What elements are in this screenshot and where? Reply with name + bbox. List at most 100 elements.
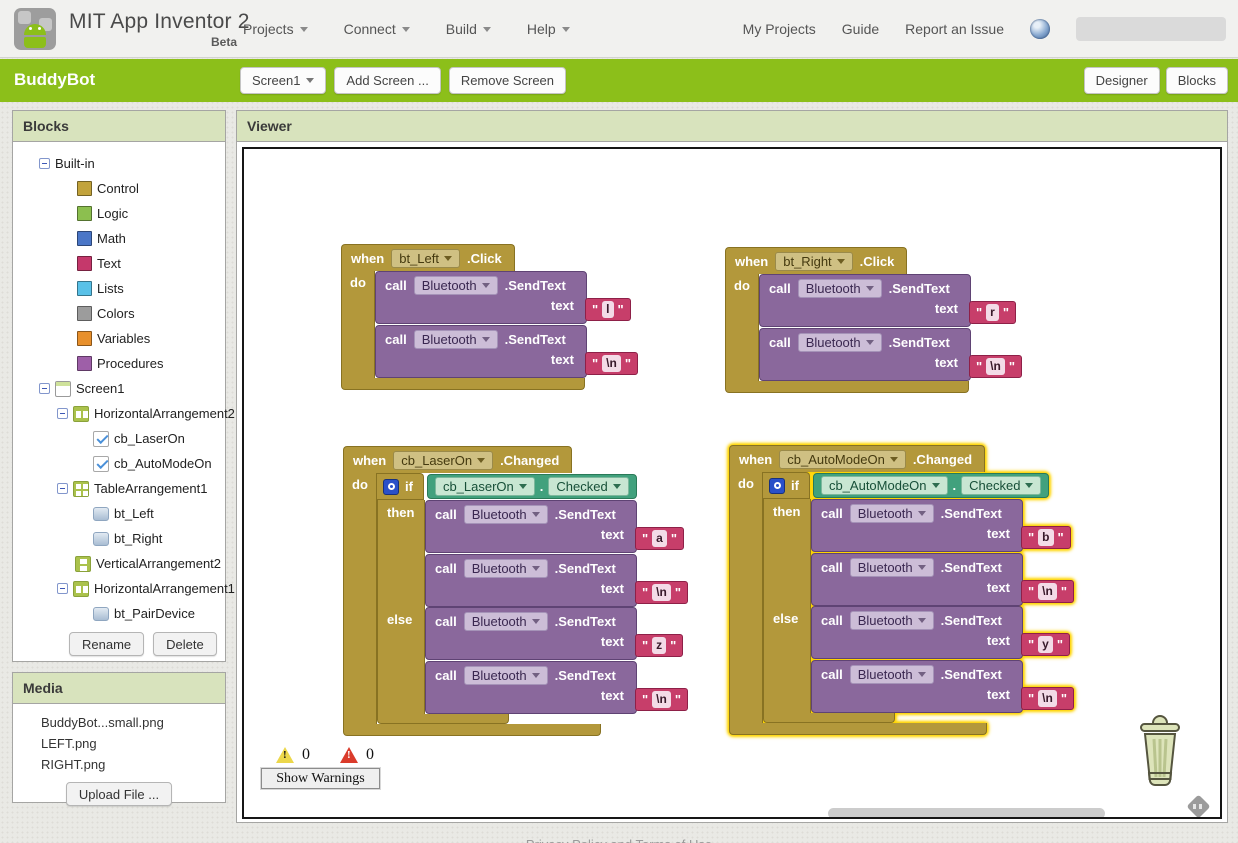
collapse-icon[interactable] bbox=[57, 583, 68, 594]
string-value[interactable]: \n bbox=[602, 355, 621, 372]
text-string-block[interactable]: " \n " bbox=[1021, 687, 1075, 710]
component-dropdown[interactable]: bt_Left bbox=[391, 248, 460, 268]
menu-build[interactable]: Build bbox=[446, 21, 491, 37]
tree-item-tablearrangement1[interactable]: TableArrangement1 bbox=[13, 476, 225, 501]
component-dropdown[interactable]: Bluetooth bbox=[463, 666, 548, 685]
tree-item-cb-automodeon[interactable]: cb_AutoModeOn bbox=[13, 451, 225, 476]
property-getter-block[interactable]: cb_AutoModeOn . Checked bbox=[812, 473, 1050, 498]
string-value[interactable]: y bbox=[1038, 636, 1053, 653]
text-string-block[interactable]: " r " bbox=[969, 301, 1017, 324]
upload-file-button[interactable]: Upload File ... bbox=[65, 782, 173, 806]
property-dropdown[interactable]: Checked bbox=[961, 476, 1042, 495]
collapse-icon[interactable] bbox=[57, 483, 68, 494]
tree-item-verticalarrangement2[interactable]: VerticalArrangement2 bbox=[13, 551, 225, 576]
event-block-bt-left-click[interactable]: when bt_Left .Click do call Bluetooth .Sen… bbox=[341, 244, 639, 390]
mutator-gear-icon[interactable] bbox=[383, 478, 399, 495]
text-string-block[interactable]: " \n " bbox=[635, 581, 689, 604]
category-colors[interactable]: Colors bbox=[13, 301, 225, 326]
mutator-gear-icon[interactable] bbox=[769, 477, 785, 494]
text-string-block[interactable]: " \n " bbox=[635, 688, 689, 711]
component-dropdown[interactable]: bt_Right bbox=[775, 251, 853, 271]
tree-item-horizontalarrangement1[interactable]: HorizontalArrangement1 bbox=[13, 576, 235, 601]
text-string-block[interactable]: " \n " bbox=[585, 352, 639, 375]
component-dropdown[interactable]: Bluetooth bbox=[413, 276, 498, 295]
text-string-block[interactable]: " y " bbox=[1021, 633, 1071, 656]
component-dropdown[interactable]: cb_LaserOn bbox=[434, 477, 535, 496]
link-report-an-issue[interactable]: Report an Issue bbox=[905, 21, 1004, 37]
event-block-bt-right-click[interactable]: when bt_Right .Click do call Bluetooth .Se… bbox=[725, 247, 1023, 393]
call-sendtext-block[interactable]: call Bluetooth .SendText text " a " bbox=[425, 500, 685, 553]
link-my-projects[interactable]: My Projects bbox=[743, 21, 816, 37]
string-value[interactable]: \n bbox=[652, 691, 671, 708]
component-dropdown[interactable]: Bluetooth bbox=[849, 558, 934, 577]
call-sendtext-block[interactable]: call Bluetooth .SendText text " z " bbox=[425, 607, 684, 660]
text-string-block[interactable]: " \n " bbox=[1021, 580, 1075, 603]
string-value[interactable]: z bbox=[652, 637, 667, 654]
blocks-view-button[interactable]: Blocks bbox=[1165, 67, 1228, 94]
component-dropdown[interactable]: Bluetooth bbox=[797, 333, 882, 352]
call-sendtext-block[interactable]: call Bluetooth .SendText text " \n " bbox=[759, 328, 1023, 381]
component-dropdown[interactable]: cb_AutoModeOn bbox=[820, 476, 948, 495]
component-dropdown[interactable]: Bluetooth bbox=[413, 330, 498, 349]
menu-projects[interactable]: Projects bbox=[243, 21, 308, 37]
category-control[interactable]: Control bbox=[13, 176, 225, 201]
property-dropdown[interactable]: Checked bbox=[548, 477, 629, 496]
component-dropdown[interactable]: Bluetooth bbox=[463, 505, 548, 524]
media-file[interactable]: BuddyBot...small.png bbox=[41, 712, 225, 733]
string-value[interactable]: r bbox=[986, 304, 999, 321]
collapse-icon[interactable] bbox=[39, 158, 50, 169]
tree-item-horizontalarrangement2[interactable]: HorizontalArrangement2 bbox=[13, 401, 235, 426]
if-block[interactable]: if cb_AutoModeOn . Checked then call Blue… bbox=[763, 472, 1075, 723]
string-value[interactable]: a bbox=[652, 530, 667, 547]
tree-item-bt-pairdevice[interactable]: bt_PairDevice bbox=[13, 601, 225, 626]
category-lists[interactable]: Lists bbox=[13, 276, 225, 301]
component-dropdown[interactable]: Bluetooth bbox=[463, 612, 548, 631]
text-string-block[interactable]: " z " bbox=[635, 634, 684, 657]
resize-grip-icon[interactable] bbox=[1186, 794, 1211, 817]
text-string-block[interactable]: " a " bbox=[635, 527, 685, 550]
string-value[interactable]: \n bbox=[1038, 583, 1057, 600]
language-globe-icon[interactable] bbox=[1030, 19, 1050, 39]
if-block[interactable]: if cb_LaserOn . Checked then call Bluetoo… bbox=[377, 473, 689, 724]
collapse-icon[interactable] bbox=[57, 408, 68, 419]
call-sendtext-block[interactable]: call Bluetooth .SendText text " l " bbox=[375, 271, 631, 324]
component-dropdown[interactable]: Bluetooth bbox=[849, 504, 934, 523]
component-dropdown[interactable]: cb_AutoModeOn bbox=[779, 449, 906, 469]
tree-item-bt-right[interactable]: bt_Right bbox=[13, 526, 225, 551]
call-sendtext-block[interactable]: call Bluetooth .SendText text " \n " bbox=[811, 553, 1075, 606]
call-sendtext-block[interactable]: call Bluetooth .SendText text " b " bbox=[811, 499, 1071, 552]
event-block-cb-automodeon-changed[interactable]: when cb_AutoModeOn .Changed do if cb_Aut… bbox=[729, 445, 1075, 735]
call-sendtext-block[interactable]: call Bluetooth .SendText text " \n " bbox=[425, 554, 689, 607]
horizontal-scrollbar-thumb[interactable] bbox=[828, 808, 1105, 817]
show-warnings-button[interactable]: Show Warnings bbox=[260, 767, 381, 790]
menu-help[interactable]: Help bbox=[527, 21, 570, 37]
add-screen-button[interactable]: Add Screen ... bbox=[334, 67, 441, 94]
component-dropdown[interactable]: Bluetooth bbox=[849, 665, 934, 684]
tree-item-screen1[interactable]: Screen1 bbox=[13, 376, 225, 401]
call-sendtext-block[interactable]: call Bluetooth .SendText text " y " bbox=[811, 606, 1071, 659]
delete-button[interactable]: Delete bbox=[153, 632, 217, 656]
property-getter-block[interactable]: cb_LaserOn . Checked bbox=[426, 474, 637, 499]
call-sendtext-block[interactable]: call Bluetooth .SendText text " \n " bbox=[811, 660, 1075, 713]
event-block-cb-laseron-changed[interactable]: when cb_LaserOn .Changed do if cb_LaserO… bbox=[343, 446, 689, 736]
category-logic[interactable]: Logic bbox=[13, 201, 225, 226]
text-string-block[interactable]: " \n " bbox=[969, 355, 1023, 378]
text-string-block[interactable]: " l " bbox=[585, 298, 631, 321]
string-value[interactable]: l bbox=[602, 301, 614, 318]
rename-button[interactable]: Rename bbox=[69, 632, 145, 656]
category-math[interactable]: Math bbox=[13, 226, 225, 251]
link-guide[interactable]: Guide bbox=[842, 21, 879, 37]
string-value[interactable]: b bbox=[1038, 529, 1054, 546]
media-file[interactable]: LEFT.png bbox=[41, 733, 225, 754]
call-sendtext-block[interactable]: call Bluetooth .SendText text " \n " bbox=[375, 325, 639, 378]
tree-item-bt-left[interactable]: bt_Left bbox=[13, 501, 225, 526]
tree-item-built-in[interactable]: Built-in bbox=[13, 151, 225, 176]
collapse-icon[interactable] bbox=[39, 383, 50, 394]
component-dropdown[interactable]: Bluetooth bbox=[849, 611, 934, 630]
category-variables[interactable]: Variables bbox=[13, 326, 225, 351]
component-dropdown[interactable]: Bluetooth bbox=[797, 279, 882, 298]
blocks-canvas[interactable]: when bt_Left .Click do call Bluetooth .Sen… bbox=[242, 147, 1222, 819]
call-sendtext-block[interactable]: call Bluetooth .SendText text " \n " bbox=[425, 661, 689, 714]
tree-item-cb-laseron[interactable]: cb_LaserOn bbox=[13, 426, 225, 451]
user-account-redacted[interactable] bbox=[1076, 17, 1226, 41]
